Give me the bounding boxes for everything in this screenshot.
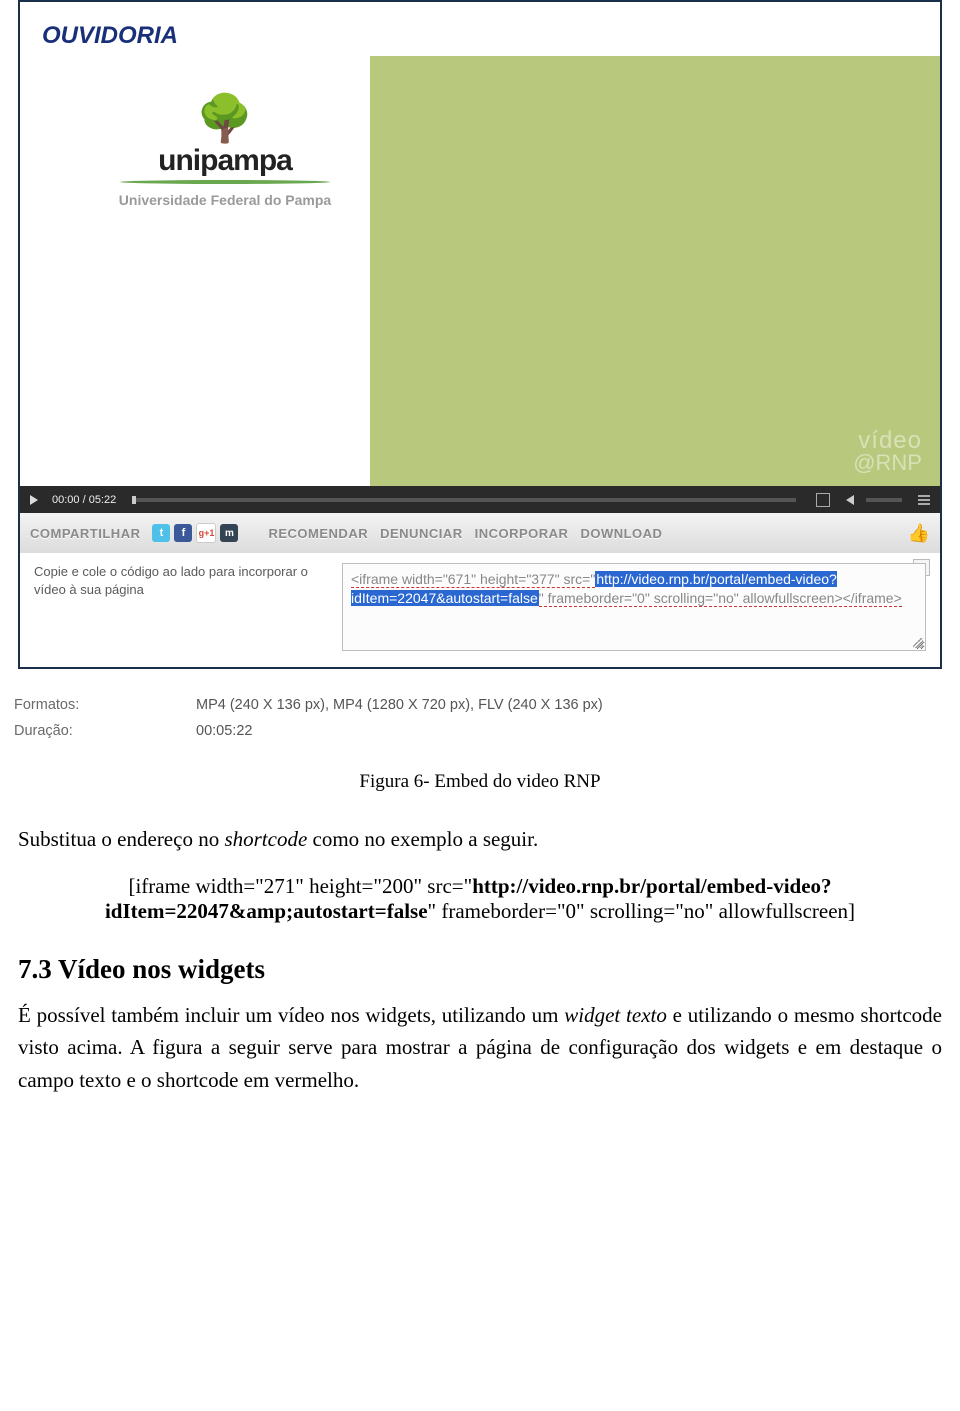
watermark-line2: @RNP	[853, 453, 922, 474]
myspace-icon[interactable]: m	[220, 524, 238, 542]
ouvidoria-heading: OUVIDORIA	[20, 2, 940, 56]
share-bar: COMPARTILHAR t f g+1 m RECOMENDAR DENUNC…	[20, 513, 940, 553]
embed-code-post: " frameborder="0" scrolling="no" allowfu…	[539, 590, 902, 607]
duration-value: 00:05:22	[196, 719, 603, 743]
volume-icon[interactable]	[846, 495, 854, 505]
code-line2-a: idItem=22047&amp;autostart=false	[105, 899, 428, 923]
code-line1-b: http://video.rnp.br/portal/embed-video?	[472, 874, 831, 898]
download-button[interactable]: DOWNLOAD	[580, 526, 662, 541]
document-body: Substitua o endereço no shortcode como n…	[0, 823, 960, 856]
shortcode-example: [iframe width="271" height="200" src="ht…	[18, 874, 942, 924]
figure-caption: Figura 6- Embed do video RNP	[0, 771, 960, 793]
report-button[interactable]: DENUNCIAR	[380, 526, 463, 541]
facebook-icon[interactable]: f	[174, 524, 192, 542]
menu-icon[interactable]	[918, 495, 930, 505]
embed-instructions: Copie e cole o código ao lado para incor…	[34, 563, 324, 651]
player-time: 00:00 / 05:22	[52, 494, 116, 506]
logo-subtitle: Universidade Federal do Pampa	[105, 192, 345, 208]
google-plus-icon[interactable]: g+1	[196, 523, 216, 543]
duration-label: Duração:	[14, 719, 194, 743]
unipampa-logo: 🌳 unipampa Universidade Federal do Pampa	[105, 96, 345, 208]
para-substitute: Substitua o endereço no shortcode como n…	[18, 823, 942, 856]
thumbs-up-icon[interactable]: 👍	[908, 522, 930, 544]
shortcode-word: shortcode	[224, 827, 307, 851]
section-paragraph: É possível também incluir um vídeo nos w…	[18, 999, 942, 1097]
volume-bar[interactable]	[866, 498, 902, 502]
formats-label: Formatos:	[14, 693, 194, 717]
para-substitute-pre: Substitua o endereço no	[18, 827, 224, 851]
recommend-button[interactable]: RECOMENDAR	[268, 526, 368, 541]
player-controls: 00:00 / 05:22	[20, 486, 940, 513]
seek-bar[interactable]	[132, 498, 796, 502]
seek-knob[interactable]	[132, 496, 136, 504]
embed-code-pre: <iframe width="671" height="377" src="	[351, 571, 595, 588]
rnp-watermark: vídeo @RNP	[853, 430, 922, 474]
video-player-screenshot: OUVIDORIA 🌳 unipampa Universidade Federa…	[18, 0, 942, 669]
widget-texto-word: widget texto	[564, 1003, 667, 1027]
tree-icon: 🌳	[105, 96, 345, 142]
logo-underline	[120, 180, 330, 184]
code-line2-b: " frameborder="0" scrolling="no" allowfu…	[428, 899, 856, 923]
video-frame: 🌳 unipampa Universidade Federal do Pampa…	[20, 56, 940, 486]
formats-value: MP4 (240 X 136 px), MP4 (1280 X 720 px),…	[196, 693, 603, 717]
video-metadata: Formatos: MP4 (240 X 136 px), MP4 (1280 …	[0, 669, 960, 753]
play-icon[interactable]	[30, 495, 38, 505]
section-para-1: É possível também incluir um vídeo nos w…	[18, 1003, 564, 1027]
para-substitute-post: como no exemplo a seguir.	[307, 827, 538, 851]
share-label: COMPARTILHAR	[30, 526, 140, 541]
logo-text: unipampa	[105, 144, 345, 178]
resize-handle-icon[interactable]	[913, 638, 923, 648]
embed-panel: ✕ Copie e cole o código ao lado para inc…	[20, 553, 940, 667]
code-line1-a: [iframe width="271" height="200" src="	[128, 874, 472, 898]
section-body: É possível também incluir um vídeo nos w…	[0, 999, 960, 1097]
twitter-icon[interactable]: t	[152, 524, 170, 542]
share-icons: t f g+1 m	[152, 523, 238, 543]
section-heading: 7.3 Vídeo nos widgets	[18, 954, 942, 985]
embed-button[interactable]: INCORPORAR	[475, 526, 569, 541]
fullscreen-icon[interactable]	[816, 493, 830, 507]
embed-code-box[interactable]: <iframe width="671" height="377" src="ht…	[342, 563, 926, 651]
